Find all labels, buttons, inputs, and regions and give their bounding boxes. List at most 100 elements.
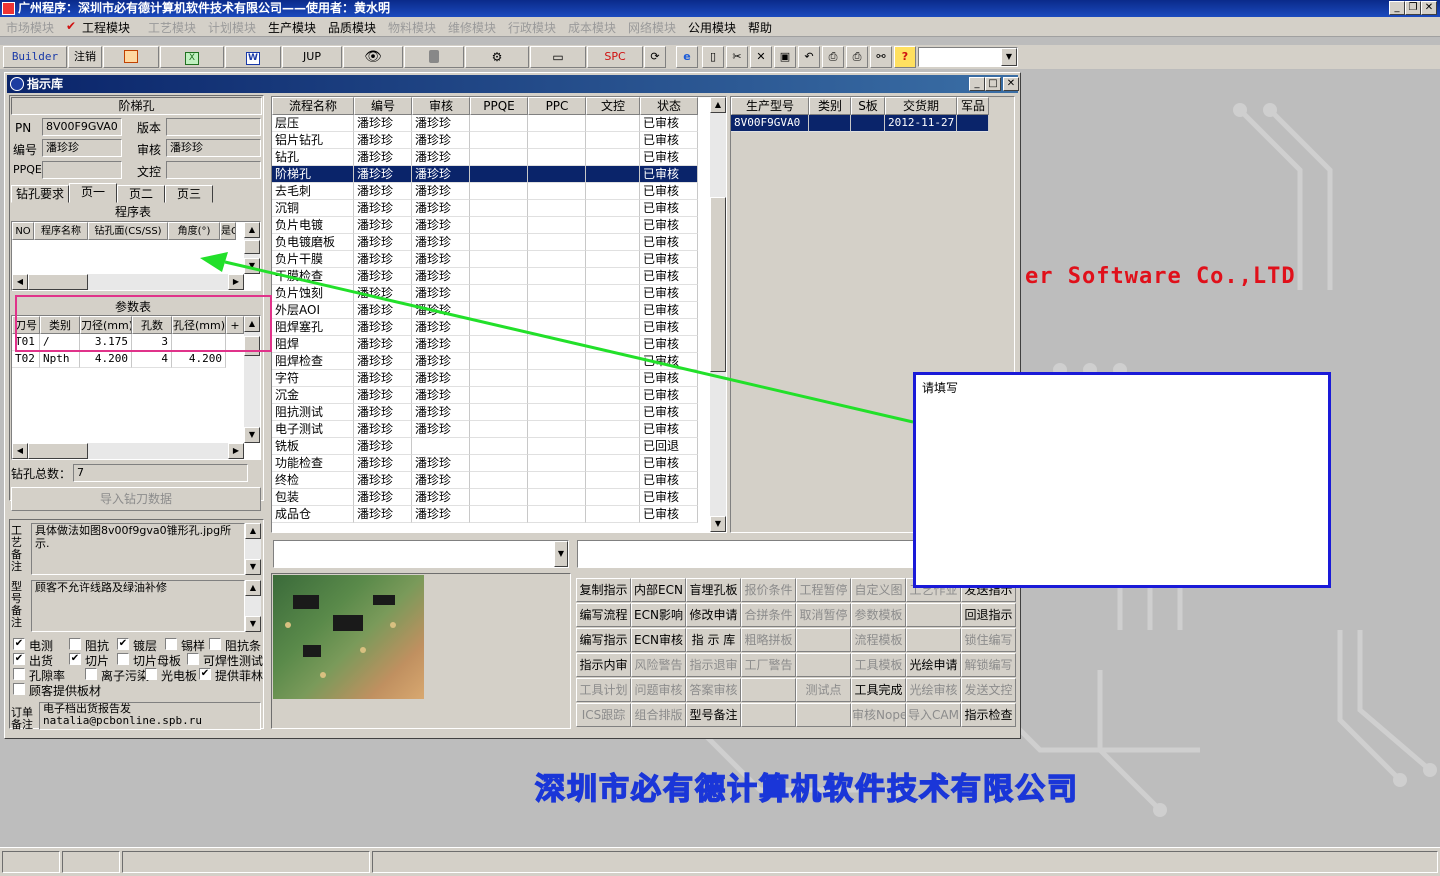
action-button[interactable] (906, 603, 961, 627)
menu-item-7[interactable]: 维修模块 (448, 19, 496, 36)
checkbox-0[interactable]: ✔ (13, 638, 25, 650)
spc-button[interactable]: SPC (587, 46, 643, 68)
chevron-down-icon[interactable]: ▼ (1001, 48, 1017, 66)
jup-button[interactable]: JUP (282, 46, 342, 68)
action-button[interactable] (741, 678, 796, 702)
scroll-down-icon[interactable]: ▼ (244, 258, 260, 274)
builder-button[interactable]: Builder (3, 46, 67, 68)
program-table-col-header[interactable]: 是Q (220, 222, 236, 240)
menu-item-1[interactable]: 工程模块 (82, 19, 130, 36)
help-button[interactable]: ? (894, 46, 916, 68)
minimize-icon[interactable]: _ (1389, 1, 1405, 15)
checkbox-5[interactable]: ✔ (13, 653, 25, 665)
flow-table-col-header[interactable]: 状态 (640, 97, 698, 115)
minimize-icon[interactable]: _ (969, 77, 985, 91)
action-button[interactable] (741, 703, 796, 727)
scroll-down-icon[interactable]: ▼ (245, 559, 261, 575)
vertical-scrollbar[interactable]: ▲ ▼ (710, 97, 726, 532)
preview-button[interactable]: ⎙ (822, 46, 844, 68)
save-button[interactable]: ▣ (774, 46, 796, 68)
checkbox-4[interactable] (209, 638, 221, 650)
database-button[interactable] (404, 46, 464, 68)
program-table-col-header[interactable]: NO (12, 222, 34, 240)
action-button[interactable]: ECN审核 (631, 628, 686, 652)
menu-item-5[interactable]: 品质模块 (328, 19, 376, 36)
logout-button[interactable]: 注销 (68, 46, 102, 68)
action-button[interactable]: 发送文控 (961, 678, 1016, 702)
scroll-right-icon[interactable]: ▶ (228, 443, 244, 459)
menu-item-3[interactable]: 计划模块 (208, 19, 256, 36)
program-table[interactable]: NO程序名称钻孔面(CS/SS)角度(°)是Q▲▼◀▶ (11, 221, 261, 291)
menu-item-8[interactable]: 行政模块 (508, 19, 556, 36)
action-button[interactable]: 问题审核 (631, 678, 686, 702)
checkbox-11[interactable] (145, 668, 157, 680)
tab-0[interactable]: 钻孔要求 (11, 185, 69, 203)
delete-button[interactable]: ✕ (750, 46, 772, 68)
program-table-col-header[interactable]: 程序名称 (34, 222, 88, 240)
new-button[interactable]: ▯ (702, 46, 724, 68)
action-button[interactable]: 光绘审核 (906, 678, 961, 702)
checkbox-13[interactable] (13, 683, 25, 695)
tab-2[interactable]: 页二 (117, 185, 165, 203)
action-button[interactable]: 指示内审 (576, 653, 631, 677)
eye-button[interactable]: 👁 (343, 46, 403, 68)
chevron-down-icon[interactable]: ▼ (554, 541, 568, 567)
action-button[interactable]: 编写指示 (576, 628, 631, 652)
scroll-down-icon[interactable]: ▼ (710, 516, 726, 532)
checkbox-12[interactable]: ✔ (199, 668, 211, 680)
close-icon[interactable]: ✕ (1003, 77, 1019, 91)
undo-button[interactable]: ↶ (798, 46, 820, 68)
action-button[interactable] (796, 628, 851, 652)
production-table-col-header[interactable]: 交货期 (885, 97, 957, 115)
scroll-up-icon[interactable]: ▲ (245, 580, 261, 596)
pcb-image[interactable] (273, 575, 424, 699)
action-button[interactable]: 解锁编写 (961, 653, 1016, 677)
checkbox-10[interactable] (85, 668, 97, 680)
refresh-button[interactable]: ⟳ (644, 46, 666, 68)
checkbox-8[interactable] (187, 653, 199, 665)
close-icon[interactable]: ✕ (1421, 1, 1437, 15)
scroll-down-icon[interactable]: ▼ (244, 427, 260, 443)
find-button[interactable]: ⚯ (870, 46, 892, 68)
action-button[interactable]: 答案审核 (686, 678, 741, 702)
action-button[interactable]: 指 示 库 (686, 628, 741, 652)
action-button[interactable]: 工具完成 (851, 678, 906, 702)
word-button[interactable]: W (225, 46, 281, 68)
checkbox-2[interactable]: ✔ (117, 638, 129, 650)
action-button[interactable]: 锁住编写 (961, 628, 1016, 652)
scroll-left-icon[interactable]: ◀ (12, 443, 28, 459)
print-button[interactable]: ⎙ (846, 46, 868, 68)
menu-item-6[interactable]: 物料模块 (388, 19, 436, 36)
process-note-scrollbar[interactable]: ▲ ▼ (245, 523, 261, 575)
action-button[interactable]: 流程模板 (851, 628, 906, 652)
action-button[interactable] (796, 703, 851, 727)
action-button[interactable]: 参数模板 (851, 603, 906, 627)
checkbox-7[interactable] (117, 653, 129, 665)
menu-item-9[interactable]: 成本模块 (568, 19, 616, 36)
action-button[interactable]: 工具模板 (851, 653, 906, 677)
maximize-icon[interactable]: □ (985, 77, 1001, 91)
order-note-field[interactable]: 电子档出货报告发 natalia@pcbonline.spb.ru (39, 702, 261, 730)
production-table-col-header[interactable]: S板 (851, 97, 885, 115)
vertical-scrollbar[interactable]: ▲ ▼ (244, 222, 260, 274)
process-note-field[interactable]: 具体做法如图8v00f9gva0锥形孔.jpg所示. (31, 523, 245, 575)
action-button[interactable]: 合拼条件 (741, 603, 796, 627)
menu-item-12[interactable]: 帮助 (748, 19, 772, 36)
action-button[interactable]: 粗略拼板 (741, 628, 796, 652)
scroll-thumb[interactable] (710, 197, 726, 372)
tab-1[interactable]: 页一 (69, 183, 117, 203)
action-button[interactable]: 复制指示 (576, 578, 631, 602)
doc-control-field[interactable] (166, 161, 261, 179)
scroll-right-icon[interactable]: ▶ (228, 274, 244, 290)
action-button[interactable]: 工具计划 (576, 678, 631, 702)
production-table-col-header[interactable]: 类别 (809, 97, 851, 115)
action-button[interactable]: 工程暂停 (796, 578, 851, 602)
action-button[interactable]: 自定义图 (851, 578, 906, 602)
action-button[interactable]: 风险警告 (631, 653, 686, 677)
action-button[interactable] (796, 653, 851, 677)
menu-item-2[interactable]: 工艺模块 (148, 19, 196, 36)
action-button[interactable]: 编写流程 (576, 603, 631, 627)
action-button[interactable]: 取消暂停 (796, 603, 851, 627)
scroll-thumb[interactable] (28, 274, 88, 290)
review-field[interactable]: 潘珍珍 (166, 139, 261, 157)
